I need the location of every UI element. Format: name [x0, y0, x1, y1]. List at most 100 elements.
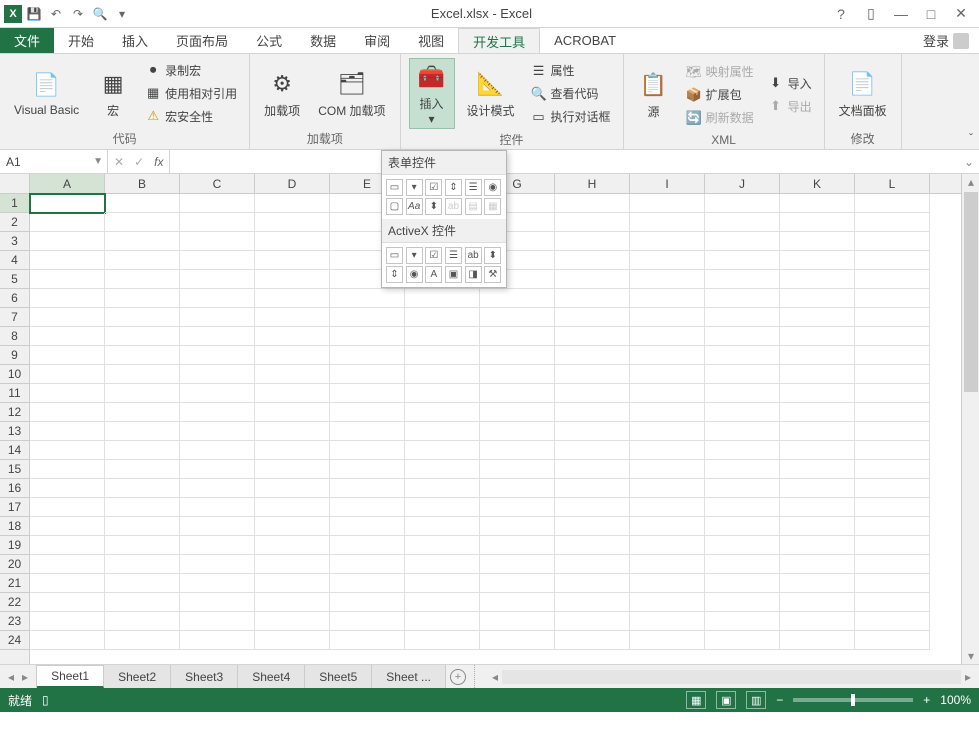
cell[interactable]	[480, 384, 555, 403]
cell[interactable]	[555, 517, 630, 536]
cell[interactable]	[180, 251, 255, 270]
cell[interactable]	[105, 593, 180, 612]
cell[interactable]	[180, 194, 255, 213]
page-break-view-button[interactable]: ▥	[746, 691, 766, 709]
column-header[interactable]: L	[855, 174, 930, 193]
cell[interactable]	[180, 479, 255, 498]
cell[interactable]	[330, 308, 405, 327]
qat-undo-icon[interactable]: ↶	[46, 4, 66, 24]
row-header[interactable]: 20	[0, 555, 29, 574]
column-header[interactable]: I	[630, 174, 705, 193]
cell[interactable]	[105, 422, 180, 441]
row-header[interactable]: 23	[0, 612, 29, 631]
cell[interactable]	[480, 612, 555, 631]
cell[interactable]	[405, 536, 480, 555]
form-listbox-icon[interactable]: ☰	[465, 179, 482, 196]
cell[interactable]	[330, 536, 405, 555]
cell[interactable]	[330, 479, 405, 498]
cell[interactable]	[180, 213, 255, 232]
cell[interactable]	[255, 460, 330, 479]
cell[interactable]	[255, 403, 330, 422]
row-header[interactable]: 2	[0, 213, 29, 232]
ax-button-icon[interactable]: ▭	[386, 247, 403, 264]
cell[interactable]	[405, 574, 480, 593]
cell[interactable]	[705, 517, 780, 536]
cell[interactable]	[780, 384, 855, 403]
formula-input[interactable]	[170, 150, 959, 173]
cell[interactable]	[105, 213, 180, 232]
tab-data[interactable]: 数据	[296, 28, 350, 53]
cell[interactable]	[705, 422, 780, 441]
cell[interactable]	[255, 289, 330, 308]
row-header[interactable]: 3	[0, 232, 29, 251]
cell[interactable]	[30, 251, 105, 270]
cell[interactable]	[105, 574, 180, 593]
cell[interactable]	[30, 555, 105, 574]
cell[interactable]	[480, 460, 555, 479]
cell[interactable]	[180, 308, 255, 327]
cell[interactable]	[30, 593, 105, 612]
visual-basic-button[interactable]: 📄 Visual Basic	[8, 67, 85, 119]
cell[interactable]	[405, 479, 480, 498]
cell[interactable]	[630, 232, 705, 251]
cell[interactable]	[330, 346, 405, 365]
row-header[interactable]: 13	[0, 422, 29, 441]
cell[interactable]	[255, 479, 330, 498]
cell[interactable]	[555, 384, 630, 403]
cell[interactable]	[180, 631, 255, 650]
cell[interactable]	[630, 251, 705, 270]
cell[interactable]	[105, 517, 180, 536]
cell[interactable]	[555, 441, 630, 460]
cell[interactable]	[330, 498, 405, 517]
cell[interactable]	[30, 441, 105, 460]
cell[interactable]	[255, 308, 330, 327]
column-header[interactable]: K	[780, 174, 855, 193]
cell[interactable]	[105, 251, 180, 270]
cell[interactable]	[555, 612, 630, 631]
column-header[interactable]: H	[555, 174, 630, 193]
cell[interactable]	[180, 536, 255, 555]
cell[interactable]	[480, 536, 555, 555]
cell[interactable]	[855, 251, 930, 270]
cell[interactable]	[255, 251, 330, 270]
cell[interactable]	[180, 574, 255, 593]
cell[interactable]	[855, 308, 930, 327]
cell[interactable]	[405, 593, 480, 612]
tab-insert[interactable]: 插入	[108, 28, 162, 53]
cell[interactable]	[555, 194, 630, 213]
cell[interactable]	[855, 384, 930, 403]
com-addins-button[interactable]: 🗂 COM 加载项	[312, 66, 391, 121]
expansion-packs-button[interactable]: 📦扩展包	[682, 84, 758, 105]
cell[interactable]	[705, 232, 780, 251]
cell[interactable]	[405, 384, 480, 403]
qat-redo-icon[interactable]: ↷	[68, 4, 88, 24]
cell[interactable]	[255, 213, 330, 232]
cell[interactable]	[855, 327, 930, 346]
cell[interactable]	[780, 498, 855, 517]
ax-textbox-icon[interactable]: ab	[465, 247, 482, 264]
sheet-next-icon[interactable]: ▸	[22, 670, 28, 684]
cell[interactable]	[105, 536, 180, 555]
cell[interactable]	[705, 213, 780, 232]
row-header[interactable]: 14	[0, 441, 29, 460]
cell[interactable]	[780, 612, 855, 631]
ax-combobox-icon[interactable]: ▾	[406, 247, 423, 264]
cell[interactable]	[255, 422, 330, 441]
cell[interactable]	[30, 612, 105, 631]
cell[interactable]	[105, 631, 180, 650]
row-header[interactable]: 21	[0, 574, 29, 593]
qat-preview-icon[interactable]: 🔍	[90, 4, 110, 24]
cell[interactable]	[30, 346, 105, 365]
cell[interactable]	[255, 536, 330, 555]
cell[interactable]	[480, 422, 555, 441]
cell[interactable]	[630, 213, 705, 232]
cell[interactable]	[705, 536, 780, 555]
cell[interactable]	[555, 460, 630, 479]
tab-file[interactable]: 文件	[0, 28, 54, 53]
cell[interactable]	[30, 403, 105, 422]
cell[interactable]	[780, 574, 855, 593]
cell[interactable]	[405, 365, 480, 384]
cell[interactable]	[855, 460, 930, 479]
cell[interactable]	[855, 213, 930, 232]
cell[interactable]	[480, 555, 555, 574]
